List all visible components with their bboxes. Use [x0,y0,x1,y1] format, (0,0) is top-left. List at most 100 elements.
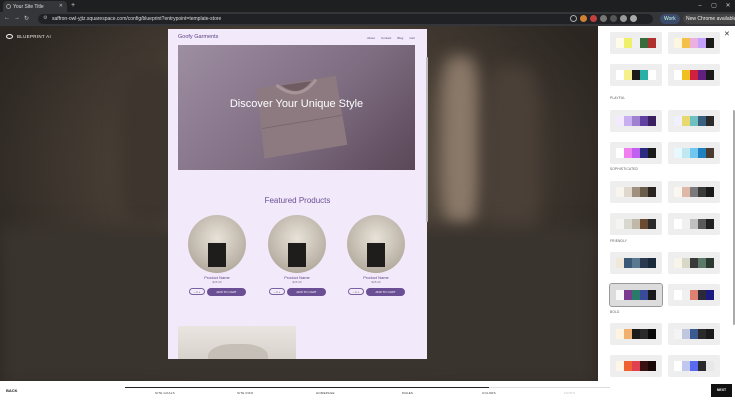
close-icon[interactable]: ✕ [724,30,730,38]
palette-option[interactable] [668,252,720,274]
site-info-icon[interactable]: ⚙ [43,15,47,21]
close-tab-icon[interactable]: ✕ [59,3,63,9]
chrome-update-button[interactable]: New Chrome available [683,14,735,24]
color-swatch [624,116,632,126]
step-pages[interactable]: PAGES [402,391,413,395]
address-bar[interactable]: ⚙ saffron-owl-yjtz.squarespace.com/confi… [38,14,653,24]
nav-link-blog[interactable]: Blog [397,36,403,40]
palette-option[interactable] [668,142,720,164]
extension-icon[interactable] [590,15,597,22]
palette-section-label: FRIENDLY [610,239,628,243]
palette-option[interactable] [668,323,720,345]
extension-icon[interactable] [620,15,627,22]
palette-option[interactable] [610,181,662,203]
nav-link-about[interactable]: About [367,36,375,40]
product-price: $25.00 [212,280,222,284]
palette-option[interactable] [668,284,720,306]
minimize-icon[interactable]: – [693,0,707,12]
screen: Your Site Title ✕ + – ▢ ✕ ← → ↻ ⚙ saffro… [0,0,735,400]
palette-option[interactable] [610,64,662,86]
step-site-info[interactable]: SITE INFO [237,391,253,395]
back-button[interactable]: BACK [6,388,18,393]
browser-tab[interactable]: Your Site Title ✕ [3,1,67,12]
color-swatch [624,187,632,197]
close-window-icon[interactable]: ✕ [721,0,735,12]
site-title[interactable]: Goofy Garments [178,34,218,40]
color-swatch [690,258,698,268]
extension-icon[interactable] [580,15,587,22]
color-swatch [616,116,624,126]
palette-option[interactable] [610,323,662,345]
color-swatch [682,290,690,300]
step-homepage[interactable]: HOMEPAGE [316,391,335,395]
color-swatch [624,148,632,158]
color-swatch [616,258,624,268]
step-site-goals[interactable]: SITE GOALS [155,391,175,395]
palette-option[interactable] [668,181,720,203]
palette-option[interactable] [610,252,662,274]
quantity-stepper[interactable]: − 1 + [269,288,285,295]
preview-scrollbar[interactable] [426,57,428,222]
new-tab-button[interactable]: + [71,2,75,9]
quantity-stepper[interactable]: − 1 + [189,288,205,295]
nav-link-cart[interactable]: Cart [409,36,415,40]
color-swatch [690,116,698,126]
palette-option[interactable] [668,64,720,86]
product-card: Product Name $25.00 − 1 + ADD TO CART [347,215,405,296]
color-swatch [674,187,682,197]
color-swatch [698,187,706,197]
add-to-cart-button[interactable]: ADD TO CART [207,288,246,296]
palette-option[interactable] [610,213,662,235]
quantity-stepper[interactable]: − 1 + [348,288,364,295]
product-image[interactable] [188,215,246,273]
color-swatch [706,70,714,80]
palette-option[interactable] [668,32,720,54]
color-swatch [706,219,714,229]
profile-button[interactable]: Work [660,14,680,24]
color-swatch [690,329,698,339]
color-swatch [648,187,656,197]
website-preview[interactable]: Goofy Garments About Contact Blog Cart D… [168,29,427,359]
product-card: Product Name $25.00 − 1 + ADD TO CART [268,215,326,296]
nav-link-contact[interactable]: Contact [381,36,391,40]
product-image[interactable] [268,215,326,273]
palette-option[interactable] [610,142,662,164]
color-swatch [632,70,640,80]
palette-option[interactable] [609,283,663,307]
maximize-icon[interactable]: ▢ [707,0,721,12]
palette-option[interactable] [668,355,720,377]
color-swatch [648,70,656,80]
palette-option[interactable] [610,32,662,54]
add-to-cart-button[interactable]: ADD TO CART [287,288,326,296]
featured-products-heading: Featured Products [264,196,331,205]
blurred-garment [440,56,480,226]
color-swatch [616,219,624,229]
puzzle-icon[interactable] [630,15,637,22]
palette-option[interactable] [610,355,662,377]
palette-option[interactable] [668,110,720,132]
palette-option[interactable] [668,213,720,235]
color-swatch [632,329,640,339]
color-swatch [682,116,690,126]
color-swatch [648,116,656,126]
app-logo: BLUEPRINT AI [6,34,51,40]
add-to-cart-button[interactable]: ADD TO CART [366,288,405,296]
wizard-footer: BACK SITE GOALS SITE INFO HOMEPAGE PAGES… [0,381,735,400]
step-colors[interactable]: COLORS [482,391,496,395]
color-swatch [648,219,656,229]
next-button[interactable]: NEXT [711,384,732,397]
step-fonts[interactable]: FONTS [564,391,575,395]
forward-arrow-icon[interactable]: → [14,15,20,21]
color-swatch [648,329,656,339]
palette-option[interactable] [610,110,662,132]
color-swatch [698,219,706,229]
reload-icon[interactable]: ↻ [24,15,29,22]
star-icon[interactable] [570,15,577,22]
back-arrow-icon[interactable]: ← [4,15,10,21]
extension-icon[interactable] [610,15,617,22]
product-image[interactable] [347,215,405,273]
color-swatch [698,148,706,158]
extension-icon[interactable] [600,15,607,22]
color-swatch [624,219,632,229]
quantity-value: 1 [196,290,198,294]
